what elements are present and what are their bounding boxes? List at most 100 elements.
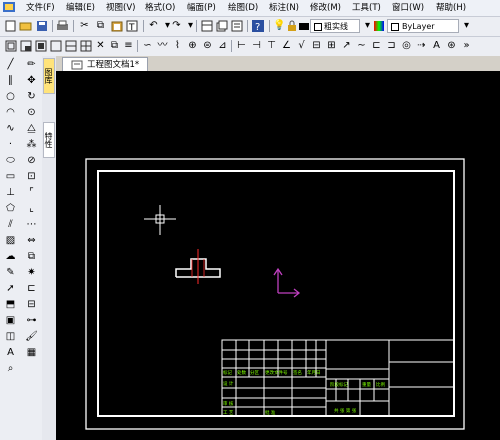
menu-draw[interactable]: 绘图(D): [228, 1, 258, 15]
trim-tool-icon[interactable]: ⊘: [24, 154, 39, 168]
redo-icon[interactable]: ↷: [170, 19, 183, 32]
chamfer-icon[interactable]: ⊿: [216, 39, 229, 52]
delete-icon[interactable]: ✕: [94, 39, 107, 52]
arc-tool-icon[interactable]: ◠: [3, 106, 18, 120]
roughness-icon[interactable]: √: [295, 39, 308, 52]
angle-dim-icon[interactable]: ∠: [280, 39, 293, 52]
ellipse-tool-icon[interactable]: ⬭: [3, 154, 18, 168]
paste-icon[interactable]: [110, 19, 123, 32]
offset-tool-icon[interactable]: ⧉: [24, 250, 39, 264]
menu-dimension[interactable]: 标注(N): [269, 1, 299, 15]
bezier-tool-icon[interactable]: ∿: [3, 122, 18, 136]
print-icon[interactable]: [56, 19, 69, 32]
hatch-tool-icon[interactable]: ▨: [3, 234, 18, 248]
polyline-icon[interactable]: ⌇: [171, 39, 184, 52]
join-tool-icon[interactable]: ⊏: [24, 282, 39, 296]
dimension-icon[interactable]: ⊢: [235, 39, 248, 52]
copy-icon[interactable]: ⧉: [94, 19, 107, 32]
linetype-select[interactable]: 粗实线: [310, 19, 360, 33]
text-icon[interactable]: A: [430, 39, 443, 52]
tab-properties[interactable]: 特性: [43, 122, 55, 158]
save-icon[interactable]: [35, 19, 48, 32]
menu-help[interactable]: 帮助(H): [436, 1, 466, 15]
menu-sheet[interactable]: 幅面(P): [187, 1, 216, 15]
view-icon[interactable]: ⊐: [385, 39, 398, 52]
drawing-canvas[interactable]: 标记 处数 分区 更改文件号 签名 年月日 设 计 审 核 工 艺 批 准 阶段…: [56, 71, 500, 440]
open-file-icon[interactable]: [19, 19, 32, 32]
layer-color-dropdown-icon[interactable]: ▾: [460, 19, 473, 32]
mirror-tool-icon[interactable]: ⧋: [24, 122, 39, 136]
tab-library[interactable]: 图库: [43, 58, 55, 94]
move-tool-icon[interactable]: ✥: [24, 74, 39, 88]
equidistant-tool-icon[interactable]: ⫽: [3, 218, 18, 232]
window-tile-icon[interactable]: [200, 19, 213, 32]
measure-tool-icon[interactable]: ⊶: [24, 314, 39, 328]
table-icon[interactable]: [79, 39, 92, 52]
help-icon[interactable]: ?: [251, 19, 264, 32]
align-tool-icon[interactable]: ⊟: [24, 298, 39, 312]
menu-file[interactable]: 文件(F): [26, 1, 55, 15]
polygon-tool-icon[interactable]: ⬠: [3, 202, 18, 216]
circle-tool-icon[interactable]: ○: [3, 90, 18, 104]
frame-icon[interactable]: [49, 39, 62, 52]
menu-window[interactable]: 窗口(W): [392, 1, 424, 15]
continuous-dim-icon[interactable]: ⊤: [265, 39, 278, 52]
text-style-icon[interactable]: T: [125, 19, 138, 32]
format-brush-icon[interactable]: 🖌: [24, 330, 39, 344]
cut-icon[interactable]: ✂: [78, 19, 91, 32]
parallel-line-icon[interactable]: ∥: [3, 74, 18, 88]
document-tab[interactable]: 工程图文档1*: [62, 57, 149, 72]
copy-object-icon[interactable]: ⧉: [108, 39, 121, 52]
rotate-tool-icon[interactable]: ↻: [24, 90, 39, 104]
weld-icon[interactable]: ∼: [355, 39, 368, 52]
leader-icon[interactable]: ↗: [340, 39, 353, 52]
text-tool-icon[interactable]: A: [3, 346, 18, 360]
array-tool-icon[interactable]: ⁂: [24, 138, 39, 152]
arrow-tool-icon[interactable]: ➚: [3, 282, 18, 296]
break-tool-icon[interactable]: ⋯: [24, 218, 39, 232]
menu-tools[interactable]: 工具(T): [352, 1, 381, 15]
detail-icon[interactable]: ◎: [400, 39, 413, 52]
sheet-setup-icon[interactable]: [34, 39, 47, 52]
stretch-tool-icon[interactable]: ⇔: [24, 234, 39, 248]
new-file-icon[interactable]: [4, 19, 17, 32]
section-icon[interactable]: ⊏: [370, 39, 383, 52]
cloud-tool-icon[interactable]: ☁: [3, 250, 18, 264]
more-tools-icon[interactable]: »: [460, 39, 473, 52]
calc-tool-icon[interactable]: ▦: [24, 346, 39, 360]
list-icon[interactable]: ≡: [122, 39, 135, 52]
color-picker-icon[interactable]: [372, 19, 385, 32]
menu-modify[interactable]: 修改(M): [310, 1, 341, 15]
baseline-dim-icon[interactable]: ⊣: [250, 39, 263, 52]
tolerance-icon[interactable]: ⊞: [325, 39, 338, 52]
block-tool-icon[interactable]: ⬒: [3, 298, 18, 312]
menu-format[interactable]: 格式(O): [145, 1, 175, 15]
menu-edit[interactable]: 编辑(E): [66, 1, 95, 15]
line-tool-icon[interactable]: ╱: [3, 58, 18, 72]
region-tool-icon[interactable]: ◫: [3, 330, 18, 344]
title-block-icon[interactable]: [19, 39, 32, 52]
centerline-tool-icon[interactable]: ⊥: [3, 186, 18, 200]
scale-tool-icon[interactable]: ⊙: [24, 106, 39, 120]
extend-tool-icon[interactable]: ⊡: [24, 170, 39, 184]
layer-color-icon[interactable]: [297, 19, 310, 32]
menu-view[interactable]: 视图(V): [106, 1, 135, 15]
datum-icon[interactable]: ⊟: [310, 39, 323, 52]
point-tool-icon[interactable]: ·: [3, 138, 18, 152]
parts-list-icon[interactable]: [64, 39, 77, 52]
centerline-icon[interactable]: ⊕: [186, 39, 199, 52]
pencil-tool-icon[interactable]: ✏: [24, 58, 39, 72]
undo-icon[interactable]: ↶: [147, 19, 160, 32]
spline-icon[interactable]: ∽: [141, 39, 154, 52]
wave-line-icon[interactable]: 〰: [156, 39, 169, 52]
fillet-tool-icon[interactable]: ⌜: [24, 186, 39, 200]
properties-icon[interactable]: [230, 19, 243, 32]
window-cascade-icon[interactable]: [215, 19, 228, 32]
sheet-frame-icon[interactable]: [4, 39, 17, 52]
symbol-icon[interactable]: ⊛: [445, 39, 458, 52]
app-menu-icon[interactable]: [2, 1, 16, 15]
arrow-icon[interactable]: ⇢: [415, 39, 428, 52]
image-tool-icon[interactable]: ▣: [3, 314, 18, 328]
explode-tool-icon[interactable]: ✷: [24, 266, 39, 280]
rectangle-tool-icon[interactable]: ▭: [3, 170, 18, 184]
